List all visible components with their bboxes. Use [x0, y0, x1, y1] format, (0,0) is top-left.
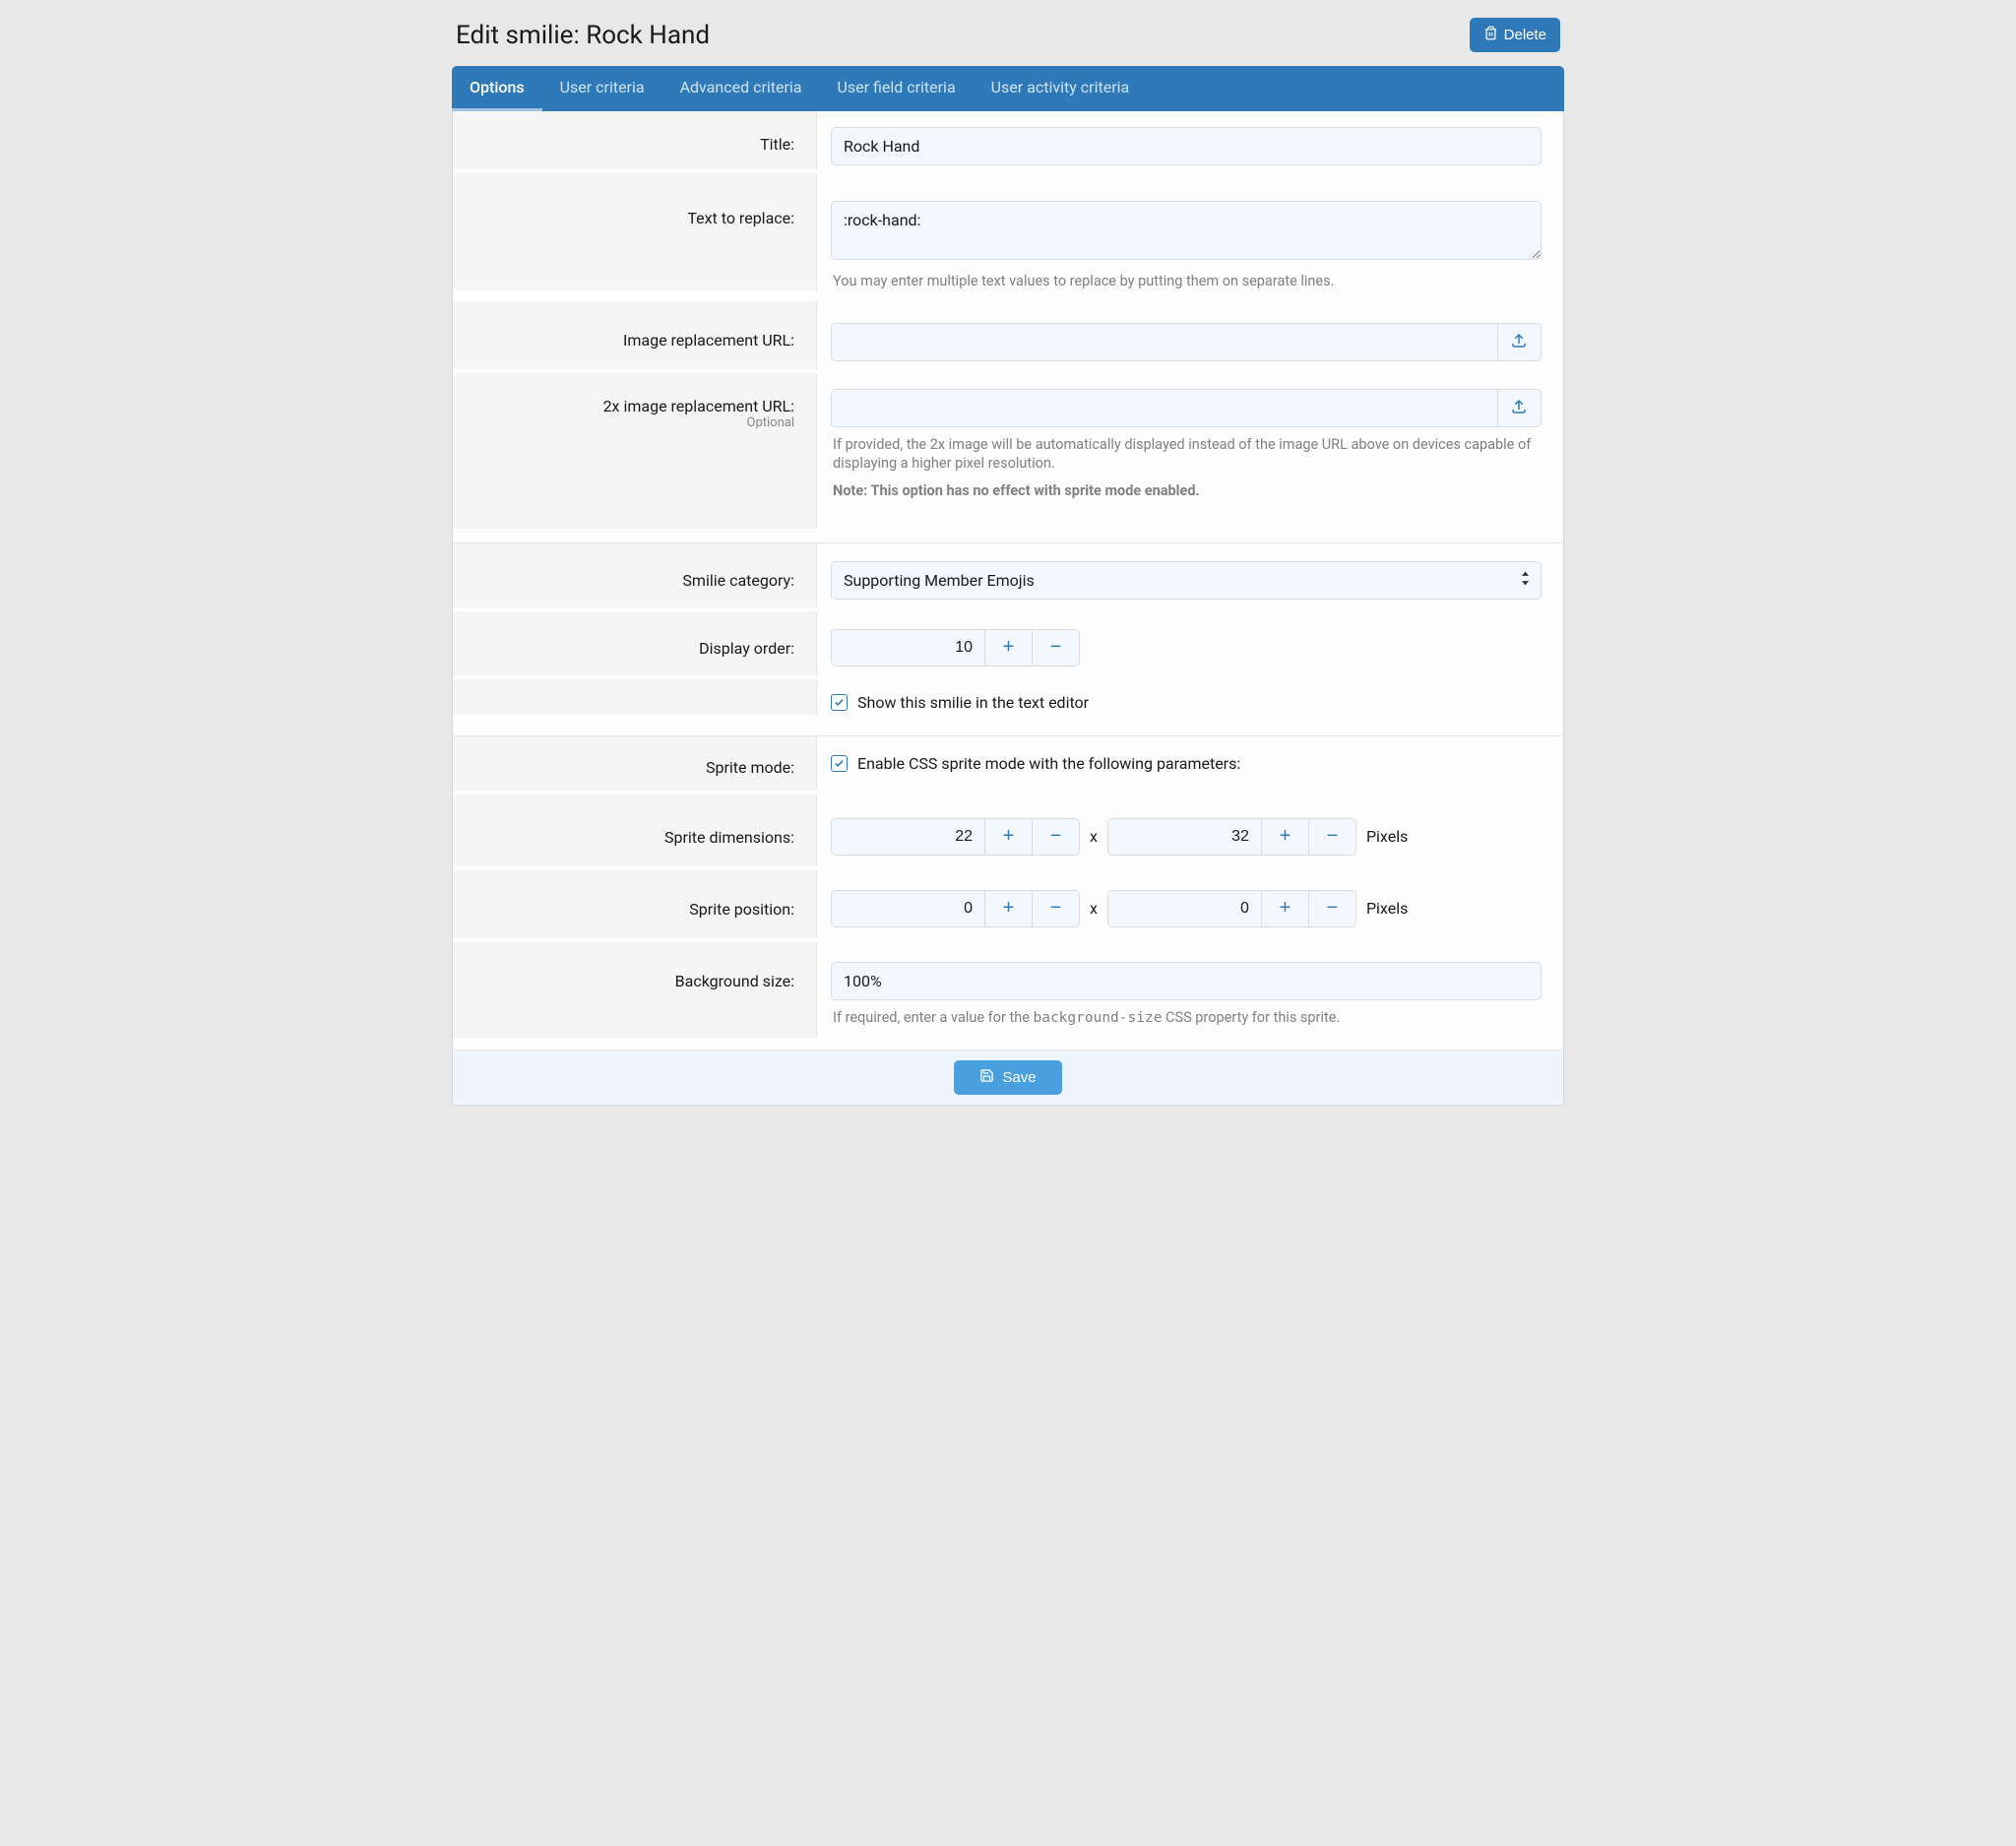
image-url-label: Image replacement URL:: [453, 301, 817, 369]
show-in-editor-label: Show this smilie in the text editor: [857, 693, 1089, 712]
pixels-unit-label: Pixels: [1366, 827, 1408, 846]
category-select[interactable]: Supporting Member Emojis: [831, 561, 1542, 600]
tab-advanced-criteria[interactable]: Advanced criteria: [662, 66, 820, 111]
tab-user-criteria[interactable]: User criteria: [542, 66, 662, 111]
display-order-label: Display order:: [453, 611, 817, 675]
image2x-hint-note: Note: This option has no effect with spr…: [833, 482, 1200, 499]
sprite-width-stepper: + −: [831, 818, 1080, 856]
sprite-posx-inc[interactable]: +: [984, 891, 1032, 926]
checkbox-checked-icon: [831, 755, 848, 772]
bg-size-hint: If required, enter a value for the backg…: [831, 1000, 1542, 1035]
sprite-height-inc[interactable]: +: [1261, 819, 1308, 855]
text-to-replace-hint: You may enter multiple text values to re…: [831, 264, 1542, 297]
sprite-mode-checkbox[interactable]: Enable CSS sprite mode with the followin…: [831, 754, 1542, 773]
sprite-posy-stepper: + −: [1107, 890, 1356, 927]
sprite-width-dec[interactable]: −: [1032, 819, 1079, 855]
bg-size-input[interactable]: [831, 962, 1542, 1000]
bg-size-label: Background size:: [453, 942, 817, 1038]
title-input[interactable]: [831, 127, 1542, 165]
display-order-input[interactable]: [832, 630, 984, 666]
position-separator: x: [1090, 899, 1098, 918]
image-url-input[interactable]: [831, 323, 1497, 361]
sprite-height-dec[interactable]: −: [1308, 819, 1355, 855]
image2x-url-label: 2x image replacement URL:: [603, 397, 794, 415]
show-in-editor-checkbox[interactable]: Show this smilie in the text editor: [831, 693, 1542, 712]
sprite-width-inc[interactable]: +: [984, 819, 1032, 855]
image2x-url-upload-button[interactable]: [1497, 389, 1542, 427]
delete-button[interactable]: Delete: [1470, 18, 1560, 52]
sprite-posx-dec[interactable]: −: [1032, 891, 1079, 926]
sprite-mode-check-label: Enable CSS sprite mode with the followin…: [857, 754, 1240, 773]
delete-label: Delete: [1504, 27, 1546, 43]
sprite-height-input[interactable]: [1108, 819, 1261, 855]
save-button[interactable]: Save: [954, 1060, 1061, 1095]
image-url-upload-button[interactable]: [1497, 323, 1542, 361]
sprite-width-input[interactable]: [832, 819, 984, 855]
title-label: Title:: [453, 111, 817, 169]
sprite-height-stepper: + −: [1107, 818, 1356, 856]
category-label: Smilie category:: [453, 543, 817, 607]
trash-icon: [1483, 26, 1498, 44]
pixels-unit-label: Pixels: [1366, 899, 1408, 918]
page-title: Edit smilie: Rock Hand: [456, 21, 710, 50]
checkbox-checked-icon: [831, 694, 848, 711]
display-order-inc[interactable]: +: [984, 630, 1032, 666]
sprite-mode-label: Sprite mode:: [453, 736, 817, 791]
display-order-stepper: + −: [831, 629, 1080, 667]
dimension-separator: x: [1090, 827, 1098, 846]
upload-icon: [1510, 332, 1528, 352]
sprite-posy-inc[interactable]: +: [1261, 891, 1308, 926]
upload-icon: [1510, 398, 1528, 418]
tab-user-activity-criteria[interactable]: User activity criteria: [974, 66, 1148, 111]
image2x-url-input[interactable]: [831, 389, 1497, 427]
text-to-replace-input[interactable]: [831, 201, 1542, 260]
display-order-dec[interactable]: −: [1032, 630, 1079, 666]
sprite-posx-input[interactable]: [832, 891, 984, 926]
sprite-posy-dec[interactable]: −: [1308, 891, 1355, 926]
tab-bar: Options User criteria Advanced criteria …: [452, 66, 1564, 111]
save-icon: [979, 1068, 994, 1087]
tab-user-field-criteria[interactable]: User field criteria: [819, 66, 973, 111]
image2x-optional-label: Optional: [453, 415, 794, 430]
sprite-dimensions-label: Sprite dimensions:: [453, 795, 817, 866]
tab-options[interactable]: Options: [452, 66, 542, 111]
sprite-posy-input[interactable]: [1108, 891, 1261, 926]
sprite-position-label: Sprite position:: [453, 870, 817, 938]
image2x-hint: If provided, the 2x image will be automa…: [831, 427, 1542, 479]
sprite-posx-stepper: + −: [831, 890, 1080, 927]
text-to-replace-label: Text to replace:: [453, 173, 817, 290]
save-label: Save: [1002, 1069, 1036, 1086]
